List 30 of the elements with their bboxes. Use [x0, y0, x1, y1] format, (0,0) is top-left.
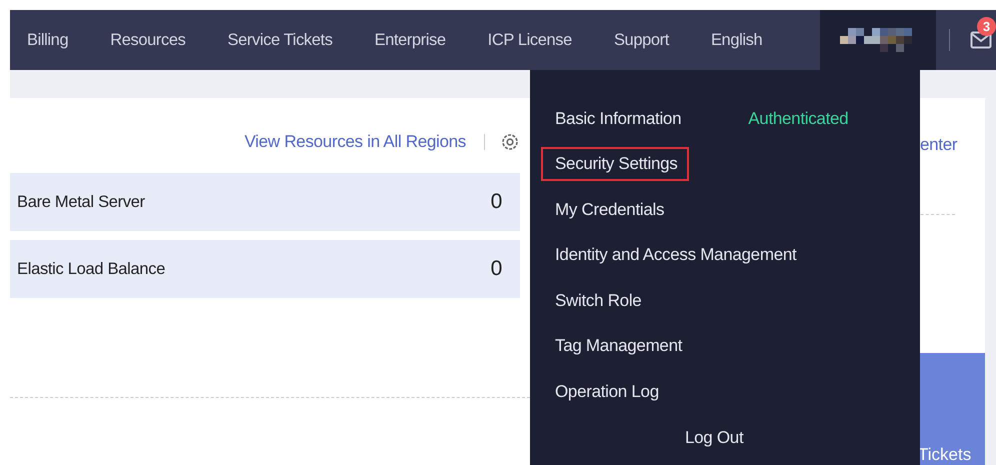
menu-item[interactable]: My Credentials — [553, 192, 676, 227]
resource-row[interactable]: Bare Metal Server 0 — [10, 173, 520, 231]
nav-link[interactable]: Enterprise — [374, 30, 446, 50]
mail-icon — [970, 31, 992, 49]
menu-item[interactable]: Tag Management — [553, 329, 694, 364]
center-link[interactable]: enter — [920, 135, 958, 155]
menu-item[interactable]: Switch Role — [553, 284, 654, 318]
resource-row[interactable]: Elastic Load Balance 0 — [10, 240, 520, 298]
settings-icon[interactable] — [500, 132, 520, 152]
nav-link[interactable]: Support — [614, 30, 669, 50]
nav-link[interactable]: Billing — [27, 30, 68, 50]
menu-item[interactable]: Security Settings — [541, 147, 690, 182]
user-account-menu[interactable] — [820, 10, 936, 70]
log-out-link[interactable]: Log Out — [685, 428, 920, 448]
resource-name: Bare Metal Server — [17, 192, 145, 212]
resource-count: 0 — [490, 190, 502, 214]
authentication-status: Authenticated — [748, 108, 848, 129]
nav-link[interactable]: English — [710, 30, 762, 50]
notification-count: 3 — [977, 17, 996, 36]
menu-item[interactable]: Identity and Access Management — [553, 238, 808, 272]
menu-item[interactable]: Operation Log — [553, 374, 671, 409]
nav-link[interactable]: Service Tickets — [228, 30, 332, 50]
nav-link[interactable]: Resources — [110, 30, 186, 50]
resource-count: 0 — [490, 257, 502, 281]
messages-button[interactable] — [970, 31, 992, 49]
tile-label: Tickets — [918, 445, 972, 465]
menu-item[interactable]: Basic Information — [553, 102, 694, 136]
resource-name: Elastic Load Balance — [17, 260, 166, 278]
view-all-regions-link[interactable]: View Resources in All Regions — [244, 132, 466, 152]
nav-link[interactable]: ICP License — [488, 30, 572, 50]
